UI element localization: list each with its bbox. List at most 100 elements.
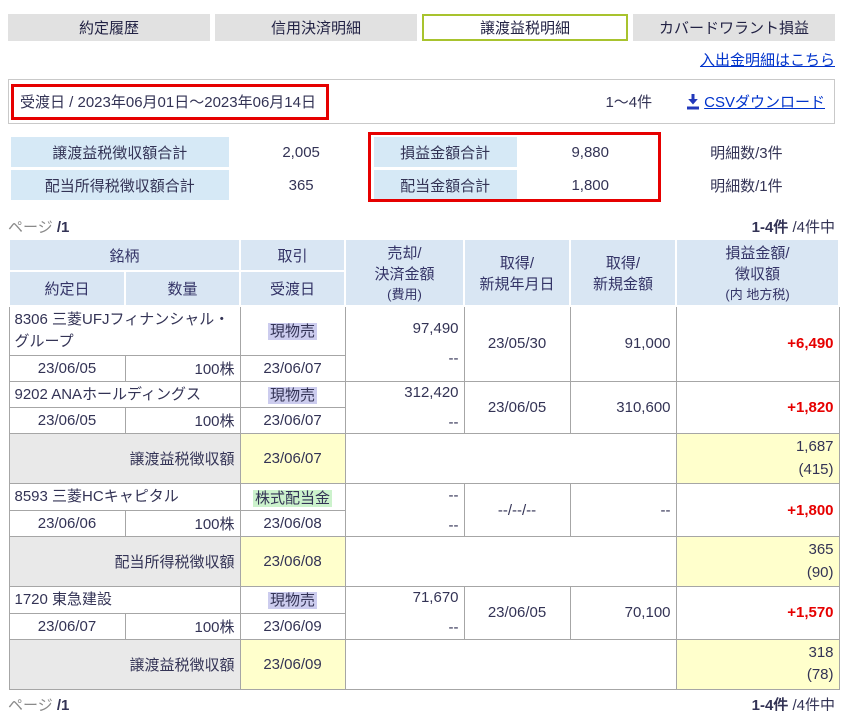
- table-row-tax: 配当所得税徴収額 23/06/08 365 (90): [8, 536, 840, 587]
- tab-capital-gains-tax[interactable]: 譲渡益税明細: [422, 14, 628, 41]
- acquisition-date: 23/06/05: [463, 380, 571, 435]
- tax-label: 譲渡益税徴収額: [8, 638, 241, 690]
- page: 約定履歴 信用決済明細 譲渡益税明細 カバードワラント損益 入出金明細はこちら …: [0, 14, 843, 711]
- filter-bar-right: 1～4件 CSVダウンロード: [605, 91, 825, 112]
- summary-tax-label: 配当所得税徴収額合計: [11, 170, 229, 200]
- table-row-stock: 8593 三菱HCキャピタル 株式配当金 -- -- --/--/-- -- +1…: [8, 483, 840, 537]
- exec-date: 23/06/06: [8, 510, 126, 537]
- acquisition-date: --/--/--: [463, 483, 571, 537]
- summary-amount-value: 1,800: [571, 176, 609, 194]
- tax-label: 譲渡益税徴収額: [8, 433, 241, 485]
- tab-bar: 約定履歴 信用決済明細 譲渡益税明細 カバードワラント損益: [8, 14, 835, 41]
- trade-type: 現物売: [239, 380, 346, 409]
- col-header-trade: 取引: [239, 237, 347, 273]
- summary-tax-label: 譲渡益税徴収額合計: [11, 137, 229, 167]
- settle-date: 23/06/09: [239, 612, 346, 640]
- settlement-date-range: 受渡日 / 2023年06月01日～2023年06月14日: [11, 83, 329, 120]
- result-count: 1～4件: [605, 94, 653, 111]
- quantity: 100株: [124, 612, 241, 640]
- col-header-pl-amount: 損益金額/ 徴収額 (内 地方税): [675, 238, 841, 307]
- acquisition-date: 23/05/30: [463, 305, 571, 382]
- tab-covered-warrant[interactable]: カバードワラント損益: [633, 14, 835, 41]
- col-header-stock: 銘柄: [7, 237, 242, 273]
- page-indicator: ページ /1: [8, 219, 70, 236]
- tax-amount-cell: 318 (78): [675, 638, 840, 690]
- page-indicator: ページ /1: [8, 696, 70, 711]
- summary-amount-label: 損益金額合計: [373, 137, 517, 167]
- download-icon: [686, 93, 700, 110]
- summary-detail-count: 明細数/3件: [710, 144, 783, 162]
- table-row-stock: 1720 東急建設 現物売 71,670 -- 23/06/05 70,100 +…: [8, 586, 840, 640]
- table-row-stock: 9202 ANAホールディングス 現物売 312,420 -- 23/06/05 …: [8, 380, 840, 435]
- trade-type: 株式配当金: [239, 483, 346, 511]
- col-header-settle-date: 受渡日: [239, 270, 347, 307]
- col-header-qty: 数量: [123, 270, 242, 307]
- empty-cell: [344, 433, 677, 485]
- range-indicator: 1-4件 /4件中: [751, 219, 835, 236]
- tab-execution-history[interactable]: 約定履歴: [8, 14, 210, 41]
- acquisition-amount: 91,000: [569, 305, 677, 382]
- table-row-tax: 譲渡益税徴収額 23/06/07 1,687 (415): [8, 433, 840, 485]
- tax-settle-date: 23/06/08: [239, 536, 346, 587]
- pl-amount: +6,490: [675, 305, 840, 382]
- stock-name: 9202 ANAホールディングス: [8, 380, 241, 409]
- col-header-acquisition-amount: 取得/ 新規金額: [569, 238, 678, 307]
- summary-row-dividend: 配当所得税徴収額合計 365 配当金額合計 1,800 明細数/1件: [11, 170, 829, 200]
- col-header-exec-date: 約定日: [8, 270, 126, 307]
- summary-section: 譲渡益税徴収額合計 2,005 損益金額合計 9,880 明細数/3件 配当所得…: [8, 132, 832, 203]
- acquisition-date: 23/06/05: [463, 586, 571, 640]
- acquisition-amount: 310,600: [569, 380, 677, 435]
- header-row-1: 銘柄 取引 売却/ 決済金額 (費用) 取得/ 新規年月日 取得/ 新規金額 損…: [7, 237, 841, 307]
- deposit-link-row: 入出金明細はこちら: [8, 49, 835, 69]
- stock-name: 8306 三菱UFJフィナンシャル・グループ: [8, 305, 241, 356]
- trade-type: 現物売: [239, 586, 346, 614]
- acquisition-amount: 70,100: [569, 586, 677, 640]
- empty-cell: [344, 638, 677, 690]
- tax-label: 配当所得税徴収額: [8, 536, 241, 587]
- pagination-bottom: ページ /1 1-4件 /4件中: [8, 694, 835, 711]
- tax-settle-date: 23/06/09: [239, 638, 346, 690]
- summary-amount-value: 9,880: [571, 143, 609, 161]
- summary-detail-count: 明細数/1件: [710, 177, 783, 195]
- quantity: 100株: [124, 510, 241, 537]
- tab-margin-settlement[interactable]: 信用決済明細: [215, 14, 417, 41]
- summary-tax-value: 2,005: [282, 143, 320, 161]
- pl-amount: +1,800: [675, 483, 840, 537]
- sell-amount-cell: 97,490 --: [344, 305, 465, 382]
- details-table: 銘柄 取引 売却/ 決済金額 (費用) 取得/ 新規年月日 取得/ 新規金額 損…: [7, 237, 841, 690]
- summary-amount-label: 配当金額合計: [373, 170, 517, 200]
- sell-amount-cell: -- --: [344, 483, 465, 537]
- exec-date: 23/06/07: [8, 612, 126, 640]
- tax-settle-date: 23/06/07: [239, 433, 346, 485]
- tax-amount-cell: 1,687 (415): [675, 433, 840, 485]
- range-indicator: 1-4件 /4件中: [751, 696, 835, 711]
- csv-download-link[interactable]: CSVダウンロード: [686, 91, 825, 112]
- settle-date: 23/06/08: [239, 510, 346, 537]
- summary-tax-value: 365: [288, 176, 314, 194]
- exec-date: 23/06/05: [8, 354, 126, 382]
- sell-amount-cell: 312,420 --: [344, 380, 465, 435]
- sell-amount-cell: 71,670 --: [344, 586, 465, 640]
- quantity: 100株: [124, 354, 241, 382]
- stock-name: 1720 東急建設: [8, 586, 241, 614]
- col-header-acquisition-date: 取得/ 新規年月日: [463, 238, 572, 307]
- quantity: 100株: [124, 407, 241, 435]
- table-row-stock: 8306 三菱UFJフィナンシャル・グループ 現物売 97,490 -- 23/0…: [8, 305, 840, 382]
- col-header-sell-amount: 売却/ 決済金額 (費用): [344, 238, 466, 307]
- table-row-tax: 譲渡益税徴収額 23/06/09 318 (78): [8, 638, 840, 690]
- empty-cell: [344, 536, 677, 587]
- csv-download-label: CSVダウンロード: [704, 94, 825, 111]
- summary-row-gains: 譲渡益税徴収額合計 2,005 損益金額合計 9,880 明細数/3件: [11, 137, 829, 167]
- pagination-top: ページ /1 1-4件 /4件中: [8, 216, 835, 236]
- summary-table: 譲渡益税徴収額合計 2,005 損益金額合計 9,880 明細数/3件 配当所得…: [8, 134, 832, 203]
- tax-amount-cell: 365 (90): [675, 536, 840, 587]
- trade-type: 現物売: [239, 305, 346, 356]
- filter-bar: 受渡日 / 2023年06月01日～2023年06月14日 1～4件 CSVダウ…: [8, 79, 835, 124]
- deposit-withdrawal-link[interactable]: 入出金明細はこちら: [700, 52, 835, 69]
- settle-date: 23/06/07: [239, 407, 346, 435]
- stock-name: 8593 三菱HCキャピタル: [8, 483, 241, 511]
- settle-date: 23/06/07: [239, 354, 346, 382]
- pl-amount: +1,820: [675, 380, 840, 435]
- exec-date: 23/06/05: [8, 407, 126, 435]
- acquisition-amount: --: [569, 483, 677, 537]
